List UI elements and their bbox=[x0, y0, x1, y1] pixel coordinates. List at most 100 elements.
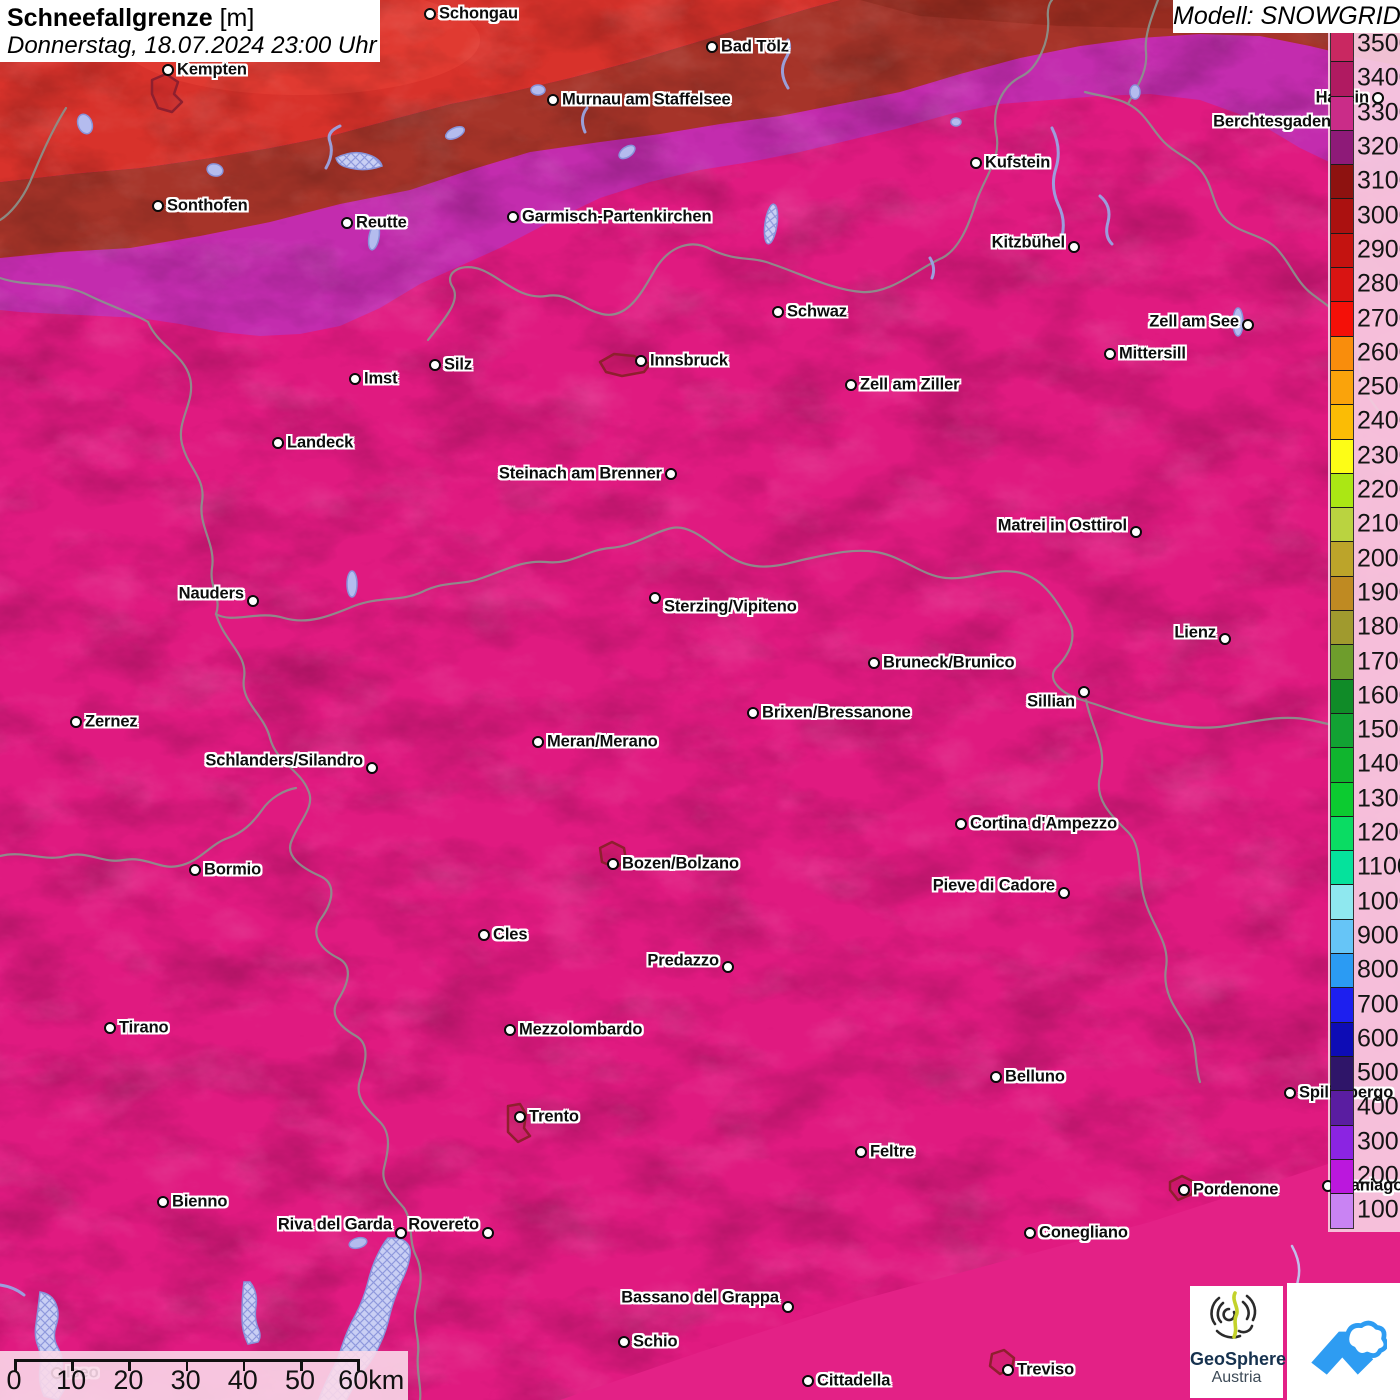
app-icon-box bbox=[1287, 1283, 1400, 1400]
city-dot bbox=[1024, 1227, 1036, 1239]
city-label: Nauders bbox=[179, 585, 244, 604]
city-dot bbox=[618, 1336, 630, 1348]
geosphere-logo-box: GeoSphere Austria bbox=[1190, 1286, 1283, 1398]
city-dot bbox=[782, 1301, 794, 1313]
scale-bar-number: 0 bbox=[6, 1365, 21, 1396]
city-dot bbox=[1078, 686, 1090, 698]
legend-tick-label: 2800 bbox=[1357, 270, 1400, 299]
city-label: Predazzo bbox=[647, 952, 719, 971]
city-label: Sillian bbox=[1027, 693, 1075, 712]
city-dot bbox=[424, 8, 436, 20]
city-label: Schwaz bbox=[787, 303, 847, 322]
city-dot bbox=[532, 736, 544, 748]
city-label: Landeck bbox=[287, 434, 353, 453]
city-dot bbox=[1242, 319, 1254, 331]
geosphere-name: GeoSphere bbox=[1190, 1349, 1283, 1369]
legend-tick-label: 1700 bbox=[1357, 647, 1400, 676]
city-label: Treviso bbox=[1017, 1361, 1074, 1380]
city-dot bbox=[868, 657, 880, 669]
legend-tick-label: 1600 bbox=[1357, 681, 1400, 710]
legend-segment bbox=[1331, 440, 1353, 474]
legend-tick-label: 1500 bbox=[1357, 716, 1400, 745]
legend-tick-label: 1300 bbox=[1357, 784, 1400, 813]
legend-segment bbox=[1331, 508, 1353, 542]
legend-segment bbox=[1331, 1160, 1353, 1194]
legend-segment bbox=[1331, 268, 1353, 302]
city-label: Murnau am Staffelsee bbox=[562, 91, 731, 110]
city-dot bbox=[1130, 526, 1142, 538]
city-label: Trento bbox=[529, 1108, 579, 1127]
legend-segment bbox=[1331, 1194, 1353, 1228]
legend-tick-label: 1800 bbox=[1357, 613, 1400, 642]
city-label: Sterzing/Vipiteno bbox=[664, 598, 797, 617]
legend-segment bbox=[1331, 611, 1353, 645]
legend-tick-label: 3300 bbox=[1357, 98, 1400, 127]
scale-bar-number: 10 bbox=[56, 1365, 86, 1396]
legend-tick-label: 2700 bbox=[1357, 304, 1400, 333]
city-label: Brixen/Bressanone bbox=[762, 704, 911, 723]
city-dot bbox=[1058, 887, 1070, 899]
legend-tick-label: 1900 bbox=[1357, 578, 1400, 607]
city-dot bbox=[1068, 241, 1080, 253]
scale-bar-number: 60km bbox=[338, 1365, 404, 1396]
legend-segment bbox=[1331, 542, 1353, 576]
city-dot bbox=[482, 1227, 494, 1239]
legend-segment bbox=[1331, 28, 1353, 62]
city-dot bbox=[349, 373, 361, 385]
legend-segment bbox=[1331, 165, 1353, 199]
city-label: Mittersill bbox=[1119, 345, 1186, 364]
legend-tick-label: 2900 bbox=[1357, 235, 1400, 264]
legend-segment bbox=[1331, 817, 1353, 851]
legend-tick-label: 3000 bbox=[1357, 201, 1400, 230]
city-label: Bormio bbox=[204, 861, 261, 880]
legend-tick-label: 2500 bbox=[1357, 373, 1400, 402]
legend-segment bbox=[1331, 920, 1353, 954]
city-label: Belluno bbox=[1005, 1068, 1065, 1087]
city-label: Meran/Merano bbox=[547, 733, 658, 752]
city-dot bbox=[514, 1111, 526, 1123]
city-dot bbox=[478, 929, 490, 941]
city-dot bbox=[247, 595, 259, 607]
city-dot bbox=[845, 379, 857, 391]
city-dot bbox=[70, 716, 82, 728]
legend-tick-label: 900 bbox=[1357, 921, 1399, 950]
city-dot bbox=[855, 1146, 867, 1158]
legend-segment bbox=[1331, 405, 1353, 439]
legend-segment bbox=[1331, 371, 1353, 405]
scale-bar-number: 20 bbox=[113, 1365, 143, 1396]
city-dot bbox=[1002, 1364, 1014, 1376]
legend-segment bbox=[1331, 748, 1353, 782]
city-label: Schio bbox=[633, 1333, 677, 1352]
city-dot bbox=[504, 1024, 516, 1036]
legend-tick-label: 2400 bbox=[1357, 407, 1400, 436]
legend-tick-label: 200 bbox=[1357, 1162, 1399, 1191]
city-dot bbox=[706, 41, 718, 53]
city-dot bbox=[1284, 1087, 1296, 1099]
city-label: Kempten bbox=[177, 61, 247, 80]
legend-segment bbox=[1331, 131, 1353, 165]
legend-tick-label: 2200 bbox=[1357, 476, 1400, 505]
scale-bar-number: 50 bbox=[285, 1365, 315, 1396]
city-dot bbox=[607, 858, 619, 870]
legend-segment bbox=[1331, 62, 1353, 96]
snowfall-limit-map: SchongauBad TölzKemptenMurnau am Staffel… bbox=[0, 0, 1400, 1400]
city-dot bbox=[1178, 1184, 1190, 1196]
city-label: Zell am See bbox=[1149, 313, 1239, 332]
city-dot bbox=[507, 211, 519, 223]
legend-segment bbox=[1331, 199, 1353, 233]
city-label: Zernez bbox=[85, 713, 138, 732]
legend-tick-label: 1000 bbox=[1357, 887, 1400, 916]
legend-tick-label: 300 bbox=[1357, 1127, 1399, 1156]
city-label: Schongau bbox=[439, 5, 518, 24]
city-label: Tirano bbox=[119, 1019, 169, 1038]
city-dot bbox=[772, 306, 784, 318]
legend-segment bbox=[1331, 680, 1353, 714]
legend-segment bbox=[1331, 1091, 1353, 1125]
city-dot bbox=[1219, 633, 1231, 645]
city-label: Reutte bbox=[356, 214, 407, 233]
city-label: Bozen/Bolzano bbox=[622, 855, 739, 874]
legend-tick-label: 3400 bbox=[1357, 64, 1400, 93]
city-label: Kufstein bbox=[985, 154, 1050, 173]
city-label: Feltre bbox=[870, 1143, 914, 1162]
city-label: Pordenone bbox=[1193, 1181, 1278, 1200]
